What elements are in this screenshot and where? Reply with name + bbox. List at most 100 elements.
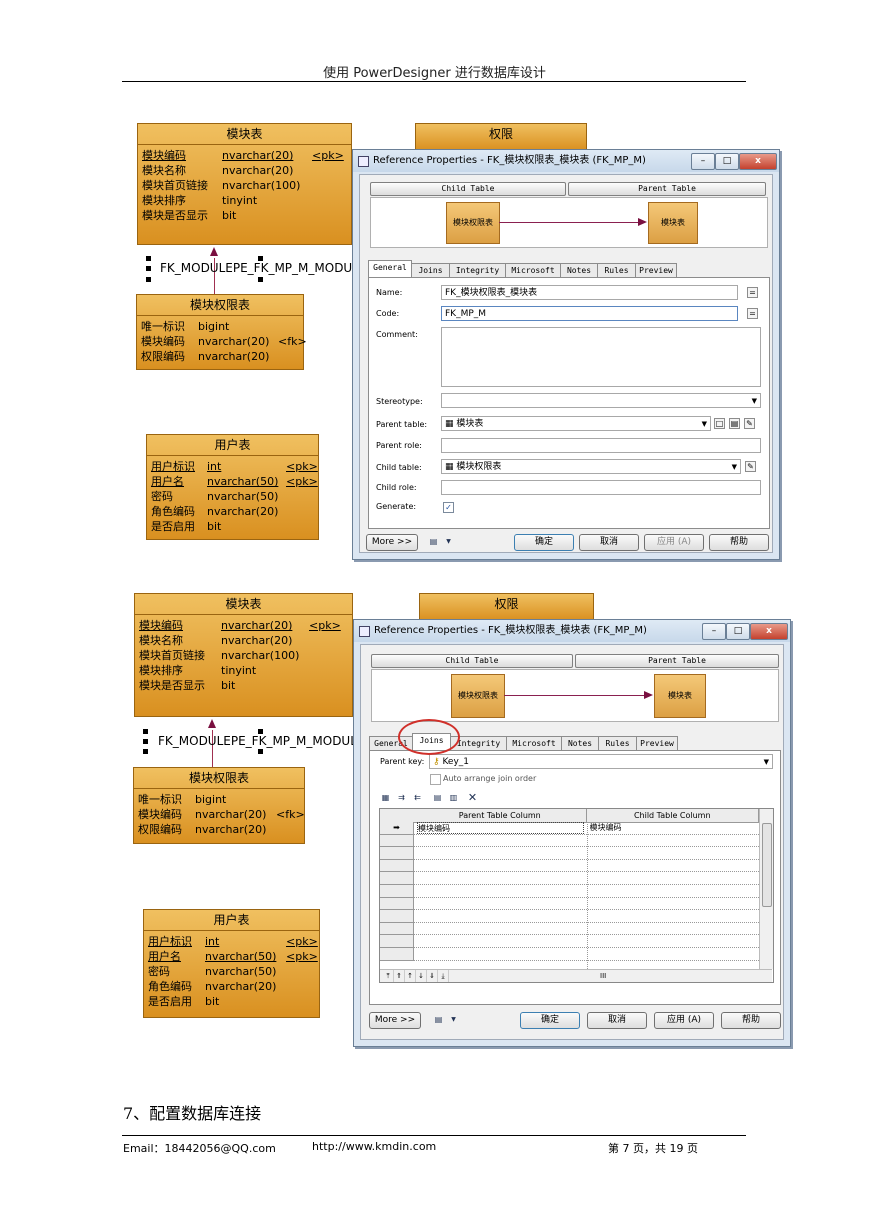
print-icon[interactable]: ▤ bbox=[428, 536, 439, 547]
tab-general[interactable]: General bbox=[368, 260, 412, 278]
cancel-button[interactable]: 取消 bbox=[587, 1012, 647, 1029]
grid-row-header[interactable] bbox=[380, 859, 414, 873]
entity-module-table[interactable]: 模块表 模块编码 nvarchar(20) <pk> 模块名称 nvarchar(20)… bbox=[137, 123, 352, 245]
stereotype-select[interactable]: ▼ bbox=[441, 393, 761, 408]
grid-row-header[interactable] bbox=[380, 948, 414, 961]
ok-button[interactable]: 确定 bbox=[520, 1012, 580, 1029]
parent-table-value: 模块表 bbox=[456, 419, 484, 429]
entity-module-permission-table[interactable]: 模块权限表 唯一标识 bigint 模块编码 nvarchar(20) <fk> 权限编码… bbox=[133, 767, 305, 844]
remove-row-icon[interactable]: ⇇ bbox=[412, 792, 423, 803]
minimize-button[interactable]: – bbox=[702, 623, 726, 640]
tab-notes[interactable]: Notes bbox=[561, 736, 599, 751]
apply-button[interactable]: 应用 (A) bbox=[644, 534, 704, 551]
tab-joins[interactable]: Joins bbox=[411, 263, 450, 278]
delete-icon[interactable]: ✕ bbox=[467, 792, 478, 803]
horizontal-scrollbar[interactable]: ⤒ ⇑ ↑ ↓ ⇓ ⤓ III bbox=[380, 969, 772, 982]
code-equal-button[interactable]: = bbox=[747, 308, 758, 319]
parent-key-select[interactable]: ⚷ Key_1 ▼ bbox=[429, 754, 773, 769]
add-icon[interactable]: ▦ bbox=[380, 792, 391, 803]
entity-permission-table[interactable]: 权限 bbox=[415, 123, 587, 151]
grid-cell-child-column[interactable]: 模块编码 bbox=[590, 822, 757, 834]
grid-row-header[interactable] bbox=[380, 922, 414, 936]
scrollbar-thumb[interactable] bbox=[762, 823, 772, 907]
insert-row-icon[interactable]: ⇉ bbox=[396, 792, 407, 803]
grid-row-header[interactable] bbox=[380, 897, 414, 911]
reuse-columns-icon[interactable]: ▥ bbox=[448, 792, 459, 803]
reference-label[interactable]: FK_MODULEPE_FK_MP_M_MODUL bbox=[160, 261, 353, 275]
properties-icon[interactable]: ✎ bbox=[744, 418, 755, 429]
grid-header[interactable]: Child Table Column bbox=[586, 809, 759, 823]
name-input[interactable]: FK_模块权限表_模块表 bbox=[441, 285, 738, 300]
child-table-label: Child table: bbox=[376, 463, 422, 472]
chevron-down-icon[interactable]: ▼ bbox=[448, 1014, 459, 1025]
parent-table-select[interactable]: ▦ 模块表 ▼ bbox=[441, 416, 711, 431]
grid-row-header[interactable] bbox=[380, 847, 414, 860]
entity-user-table[interactable]: 用户表 用户标识 int <pk> 用户名 nvarchar(50) <pk> 密码 nvar… bbox=[143, 909, 320, 1018]
parent-table-button[interactable]: Parent Table bbox=[568, 182, 766, 196]
column-name: 是否启用 bbox=[151, 520, 195, 533]
add-columns-icon[interactable]: ▤ bbox=[432, 792, 443, 803]
close-button[interactable]: x bbox=[739, 153, 777, 170]
row-move-icon[interactable]: ↑ bbox=[405, 970, 416, 982]
tab-microsoft[interactable]: Microsoft bbox=[506, 736, 562, 751]
grid-row-header[interactable]: ➡ bbox=[380, 822, 414, 835]
name-equal-button[interactable]: = bbox=[747, 287, 758, 298]
more-button[interactable]: More >> bbox=[366, 534, 418, 551]
entity-rows: 模块编码 nvarchar(20) <pk> 模块名称 nvarchar(20) 模块首页… bbox=[135, 615, 352, 696]
row-move-icon[interactable]: ⤒ bbox=[383, 970, 394, 982]
tab-preview[interactable]: Preview bbox=[636, 736, 678, 751]
tab-rules[interactable]: Rules bbox=[597, 263, 636, 278]
entity-module-table[interactable]: 模块表 模块编码 nvarchar(20) <pk> 模块名称 nvarchar(20)… bbox=[134, 593, 353, 717]
tab-preview[interactable]: Preview bbox=[635, 263, 677, 278]
grid-row-header[interactable] bbox=[380, 910, 414, 923]
comment-textarea[interactable] bbox=[441, 327, 761, 387]
entity-column-row: 角色编码 nvarchar(20) bbox=[151, 504, 314, 519]
row-move-icon[interactable]: ⇑ bbox=[394, 970, 405, 982]
child-table-select[interactable]: ▦ 模块权限表 ▼ bbox=[441, 459, 741, 474]
section-heading: 7、配置数据库连接 bbox=[123, 1104, 262, 1123]
maximize-button[interactable]: □ bbox=[715, 153, 739, 170]
row-move-icon[interactable]: ⇓ bbox=[427, 970, 438, 982]
grid-row-header[interactable] bbox=[380, 872, 414, 885]
child-role-input[interactable] bbox=[441, 480, 761, 495]
chevron-down-icon[interactable]: ▼ bbox=[443, 536, 454, 547]
browse-icon[interactable]: ▤ bbox=[729, 418, 740, 429]
help-button[interactable]: 帮助 bbox=[721, 1012, 781, 1029]
auto-arrange-checkbox[interactable] bbox=[430, 774, 441, 785]
parent-table-button[interactable]: Parent Table bbox=[575, 654, 779, 668]
grid-row-header[interactable] bbox=[380, 834, 414, 848]
child-table-button[interactable]: Child Table bbox=[371, 654, 573, 668]
grid-row-header[interactable] bbox=[380, 885, 414, 898]
parent-role-input[interactable] bbox=[441, 438, 761, 453]
tab-notes[interactable]: Notes bbox=[560, 263, 598, 278]
code-input[interactable]: FK_MP_M bbox=[441, 306, 738, 321]
properties-icon[interactable]: ✎ bbox=[745, 461, 756, 472]
generate-checkbox[interactable]: ✓ bbox=[443, 502, 454, 513]
grid-header[interactable]: Parent Table Column bbox=[414, 809, 587, 823]
row-move-icon[interactable]: ↓ bbox=[416, 970, 427, 982]
grid-cell-parent-column[interactable]: 模块编码 bbox=[417, 822, 584, 834]
minimize-button[interactable]: – bbox=[691, 153, 715, 170]
more-button[interactable]: More >> bbox=[369, 1012, 421, 1029]
reference-label[interactable]: FK_MODULEPE_FK_MP_M_MODUL bbox=[158, 734, 354, 748]
entity-permission-table[interactable]: 权限 bbox=[419, 593, 594, 621]
child-table-button[interactable]: Child Table bbox=[370, 182, 566, 196]
ok-button[interactable]: 确定 bbox=[514, 534, 574, 551]
grid-row-header[interactable] bbox=[380, 935, 414, 948]
maximize-button[interactable]: □ bbox=[726, 623, 750, 640]
apply-button[interactable]: 应用 (A) bbox=[654, 1012, 714, 1029]
print-icon[interactable]: ▤ bbox=[433, 1014, 444, 1025]
entity-module-permission-table[interactable]: 模块权限表 唯一标识 bigint 模块编码 nvarchar(20) <fk> 权限编码… bbox=[136, 294, 307, 370]
close-button[interactable]: x bbox=[750, 623, 788, 640]
tab-rules[interactable]: Rules bbox=[598, 736, 637, 751]
cancel-button[interactable]: 取消 bbox=[579, 534, 639, 551]
tab-microsoft[interactable]: Microsoft bbox=[505, 263, 561, 278]
footer-url[interactable]: http://www.kmdin.com bbox=[312, 1140, 436, 1153]
entity-user-table[interactable]: 用户表 用户标识 int <pk> 用户名 nvarchar(50) <pk> 密码 nvar… bbox=[146, 434, 319, 540]
create-icon[interactable]: □ bbox=[714, 418, 725, 429]
help-button[interactable]: 帮助 bbox=[709, 534, 769, 551]
vertical-scrollbar[interactable] bbox=[759, 809, 773, 969]
entity-column-row: 模块名称 nvarchar(20) bbox=[142, 163, 347, 178]
row-move-icon[interactable]: ⤓ bbox=[438, 970, 449, 982]
tab-integrity[interactable]: Integrity bbox=[449, 263, 506, 278]
